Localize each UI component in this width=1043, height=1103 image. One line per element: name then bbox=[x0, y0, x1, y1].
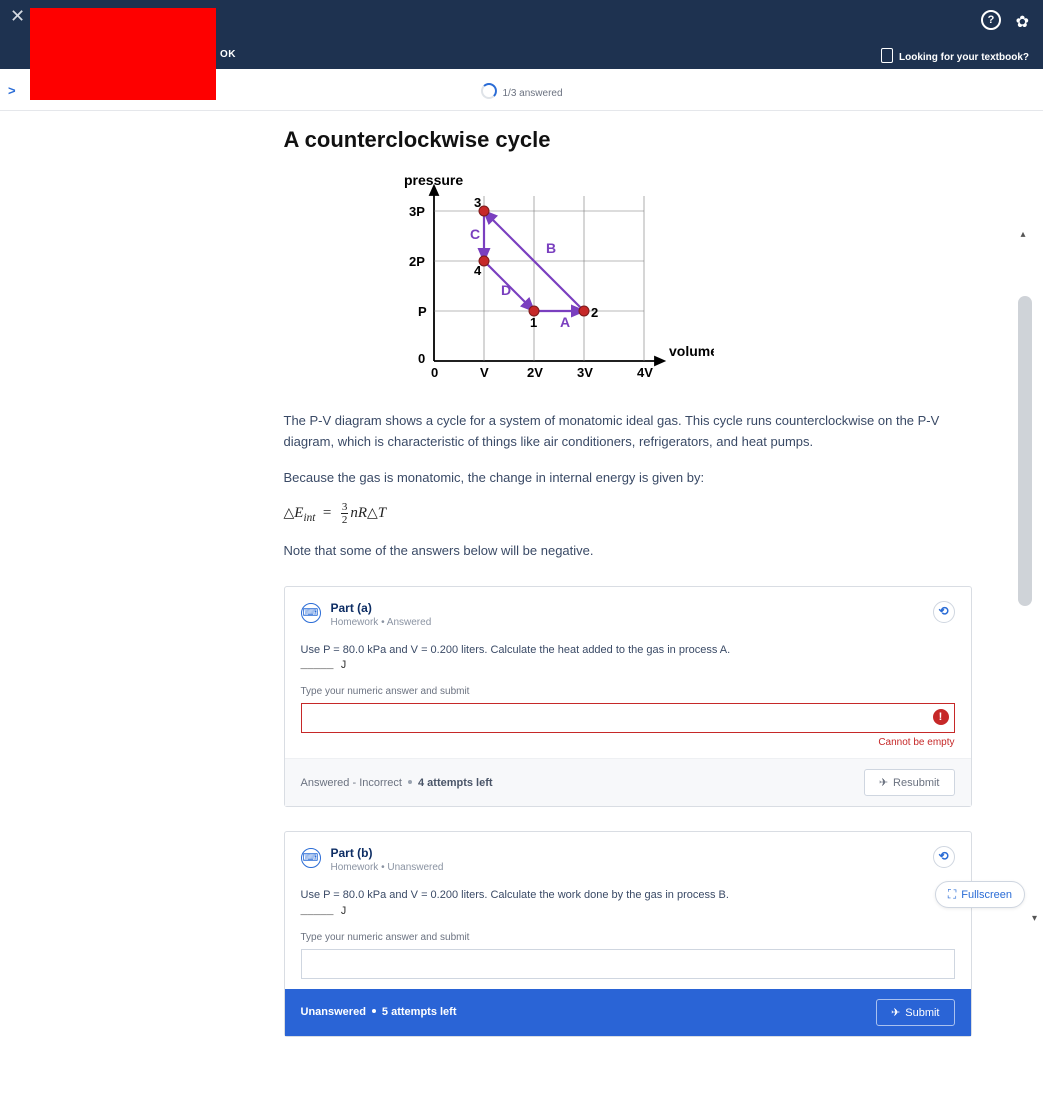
svg-text:D: D bbox=[501, 282, 511, 298]
svg-text:V: V bbox=[480, 365, 489, 380]
svg-text:2P: 2P bbox=[409, 254, 425, 269]
answer-input-b[interactable] bbox=[301, 949, 955, 979]
svg-text:3: 3 bbox=[474, 195, 481, 210]
help-icon[interactable]: ? bbox=[981, 10, 1001, 30]
sidebar-toggle[interactable]: > bbox=[8, 83, 16, 98]
answer-blank: _____ J bbox=[301, 906, 955, 918]
problem-paragraph-2: Because the gas is monatomic, the change… bbox=[284, 467, 972, 488]
svg-text:1: 1 bbox=[530, 315, 537, 330]
scrollbar-thumb[interactable] bbox=[1018, 296, 1032, 606]
answer-input-a[interactable] bbox=[301, 703, 955, 733]
textbook-link[interactable]: Looking for your textbook? bbox=[881, 48, 1029, 63]
svg-text:4V: 4V bbox=[637, 365, 653, 380]
part-subtitle: Homework • Unanswered bbox=[331, 862, 444, 873]
svg-text:4: 4 bbox=[474, 263, 482, 278]
svg-text:0: 0 bbox=[418, 351, 425, 366]
svg-text:P: P bbox=[418, 304, 427, 319]
error-icon: ! bbox=[933, 709, 949, 725]
part-card-a: ⌨ Part (a) Homework • Answered ⟲ Use P =… bbox=[284, 586, 972, 808]
svg-text:volume: volume bbox=[669, 343, 714, 359]
error-message: Cannot be empty bbox=[301, 737, 955, 748]
reset-icon[interactable]: ⟲ bbox=[933, 846, 955, 868]
input-instruction: Type your numeric answer and submit bbox=[301, 686, 955, 697]
reset-icon[interactable]: ⟲ bbox=[933, 601, 955, 623]
equation: △Eint = 32nR△T bbox=[284, 502, 972, 526]
progress-indicator: 1/3 answered bbox=[480, 83, 562, 99]
svg-text:B: B bbox=[546, 240, 556, 256]
part-status: Unanswered5 attempts left bbox=[301, 1006, 457, 1018]
part-icon: ⌨ bbox=[301, 848, 321, 868]
svg-text:2: 2 bbox=[591, 305, 598, 320]
part-question: Use P = 80.0 kPa and V = 0.200 liters. C… bbox=[301, 887, 955, 904]
pv-diagram: pressure volume 3P 2P P 0 0 V 2V 3V 4V bbox=[384, 171, 972, 396]
scroll-down-icon[interactable]: ▾ bbox=[1032, 913, 1037, 924]
part-icon: ⌨ bbox=[301, 603, 321, 623]
input-instruction: Type your numeric answer and submit bbox=[301, 932, 955, 943]
svg-text:3P: 3P bbox=[409, 204, 425, 219]
svg-text:C: C bbox=[470, 226, 480, 242]
svg-text:2V: 2V bbox=[527, 365, 543, 380]
problem-paragraph-3: Note that some of the answers below will… bbox=[284, 540, 972, 561]
problem-paragraph-1: The P-V diagram shows a cycle for a syst… bbox=[284, 410, 972, 453]
gear-icon[interactable]: ✿ bbox=[1016, 12, 1029, 32]
resubmit-button[interactable]: ✈Resubmit bbox=[864, 769, 955, 796]
part-status: Answered - Incorrect4 attempts left bbox=[301, 777, 493, 789]
svg-text:3V: 3V bbox=[577, 365, 593, 380]
svg-text:0: 0 bbox=[431, 365, 438, 380]
answer-blank: _____ J bbox=[301, 660, 955, 672]
submit-button[interactable]: ✈Submit bbox=[876, 999, 954, 1026]
part-card-b: ⌨ Part (b) Homework • Unanswered ⟲ Use P… bbox=[284, 831, 972, 1037]
close-icon[interactable]: ✕ bbox=[10, 6, 25, 27]
fullscreen-button[interactable]: Fullscreen bbox=[935, 881, 1025, 908]
svg-text:A: A bbox=[560, 314, 570, 330]
part-subtitle: Homework • Answered bbox=[331, 617, 432, 628]
scroll-up-icon[interactable]: ▴ bbox=[1020, 229, 1025, 240]
logo-redacted bbox=[30, 8, 216, 100]
svg-text:pressure: pressure bbox=[404, 172, 463, 188]
part-title: Part (b) bbox=[331, 846, 444, 860]
part-question: Use P = 80.0 kPa and V = 0.200 liters. C… bbox=[301, 642, 955, 659]
top-label: OK bbox=[220, 49, 236, 60]
page-title: A counterclockwise cycle bbox=[284, 127, 972, 153]
part-title: Part (a) bbox=[331, 601, 432, 615]
